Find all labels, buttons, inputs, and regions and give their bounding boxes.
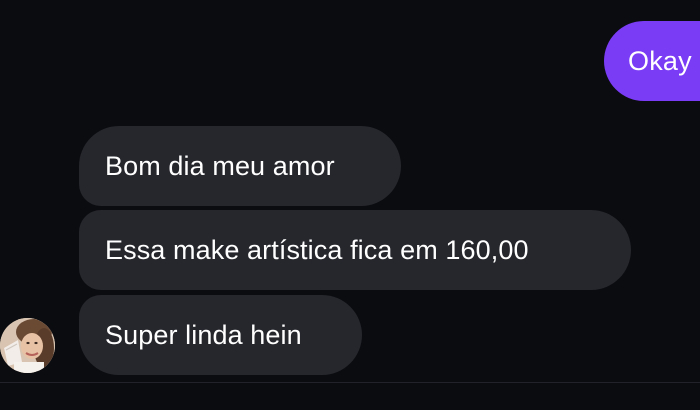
received-message-text: Bom dia meu amor [105,150,335,181]
sent-message-text: Okay [628,45,692,76]
received-message-bubble[interactable]: Super linda hein [79,295,362,375]
received-message-text: Essa make artística fica em 160,00 [105,234,529,265]
sent-message-bubble[interactable]: Okay [604,21,700,101]
received-message-bubble[interactable]: Bom dia meu amor [79,126,401,206]
contact-avatar-icon [0,318,55,373]
composer-divider [0,382,700,383]
contact-avatar[interactable] [0,318,55,373]
received-message-text: Super linda hein [105,319,302,350]
received-message-bubble[interactable]: Essa make artística fica em 160,00 [79,210,631,290]
chat-thread: Okay Bom dia meu amor Essa make artístic… [0,0,700,410]
